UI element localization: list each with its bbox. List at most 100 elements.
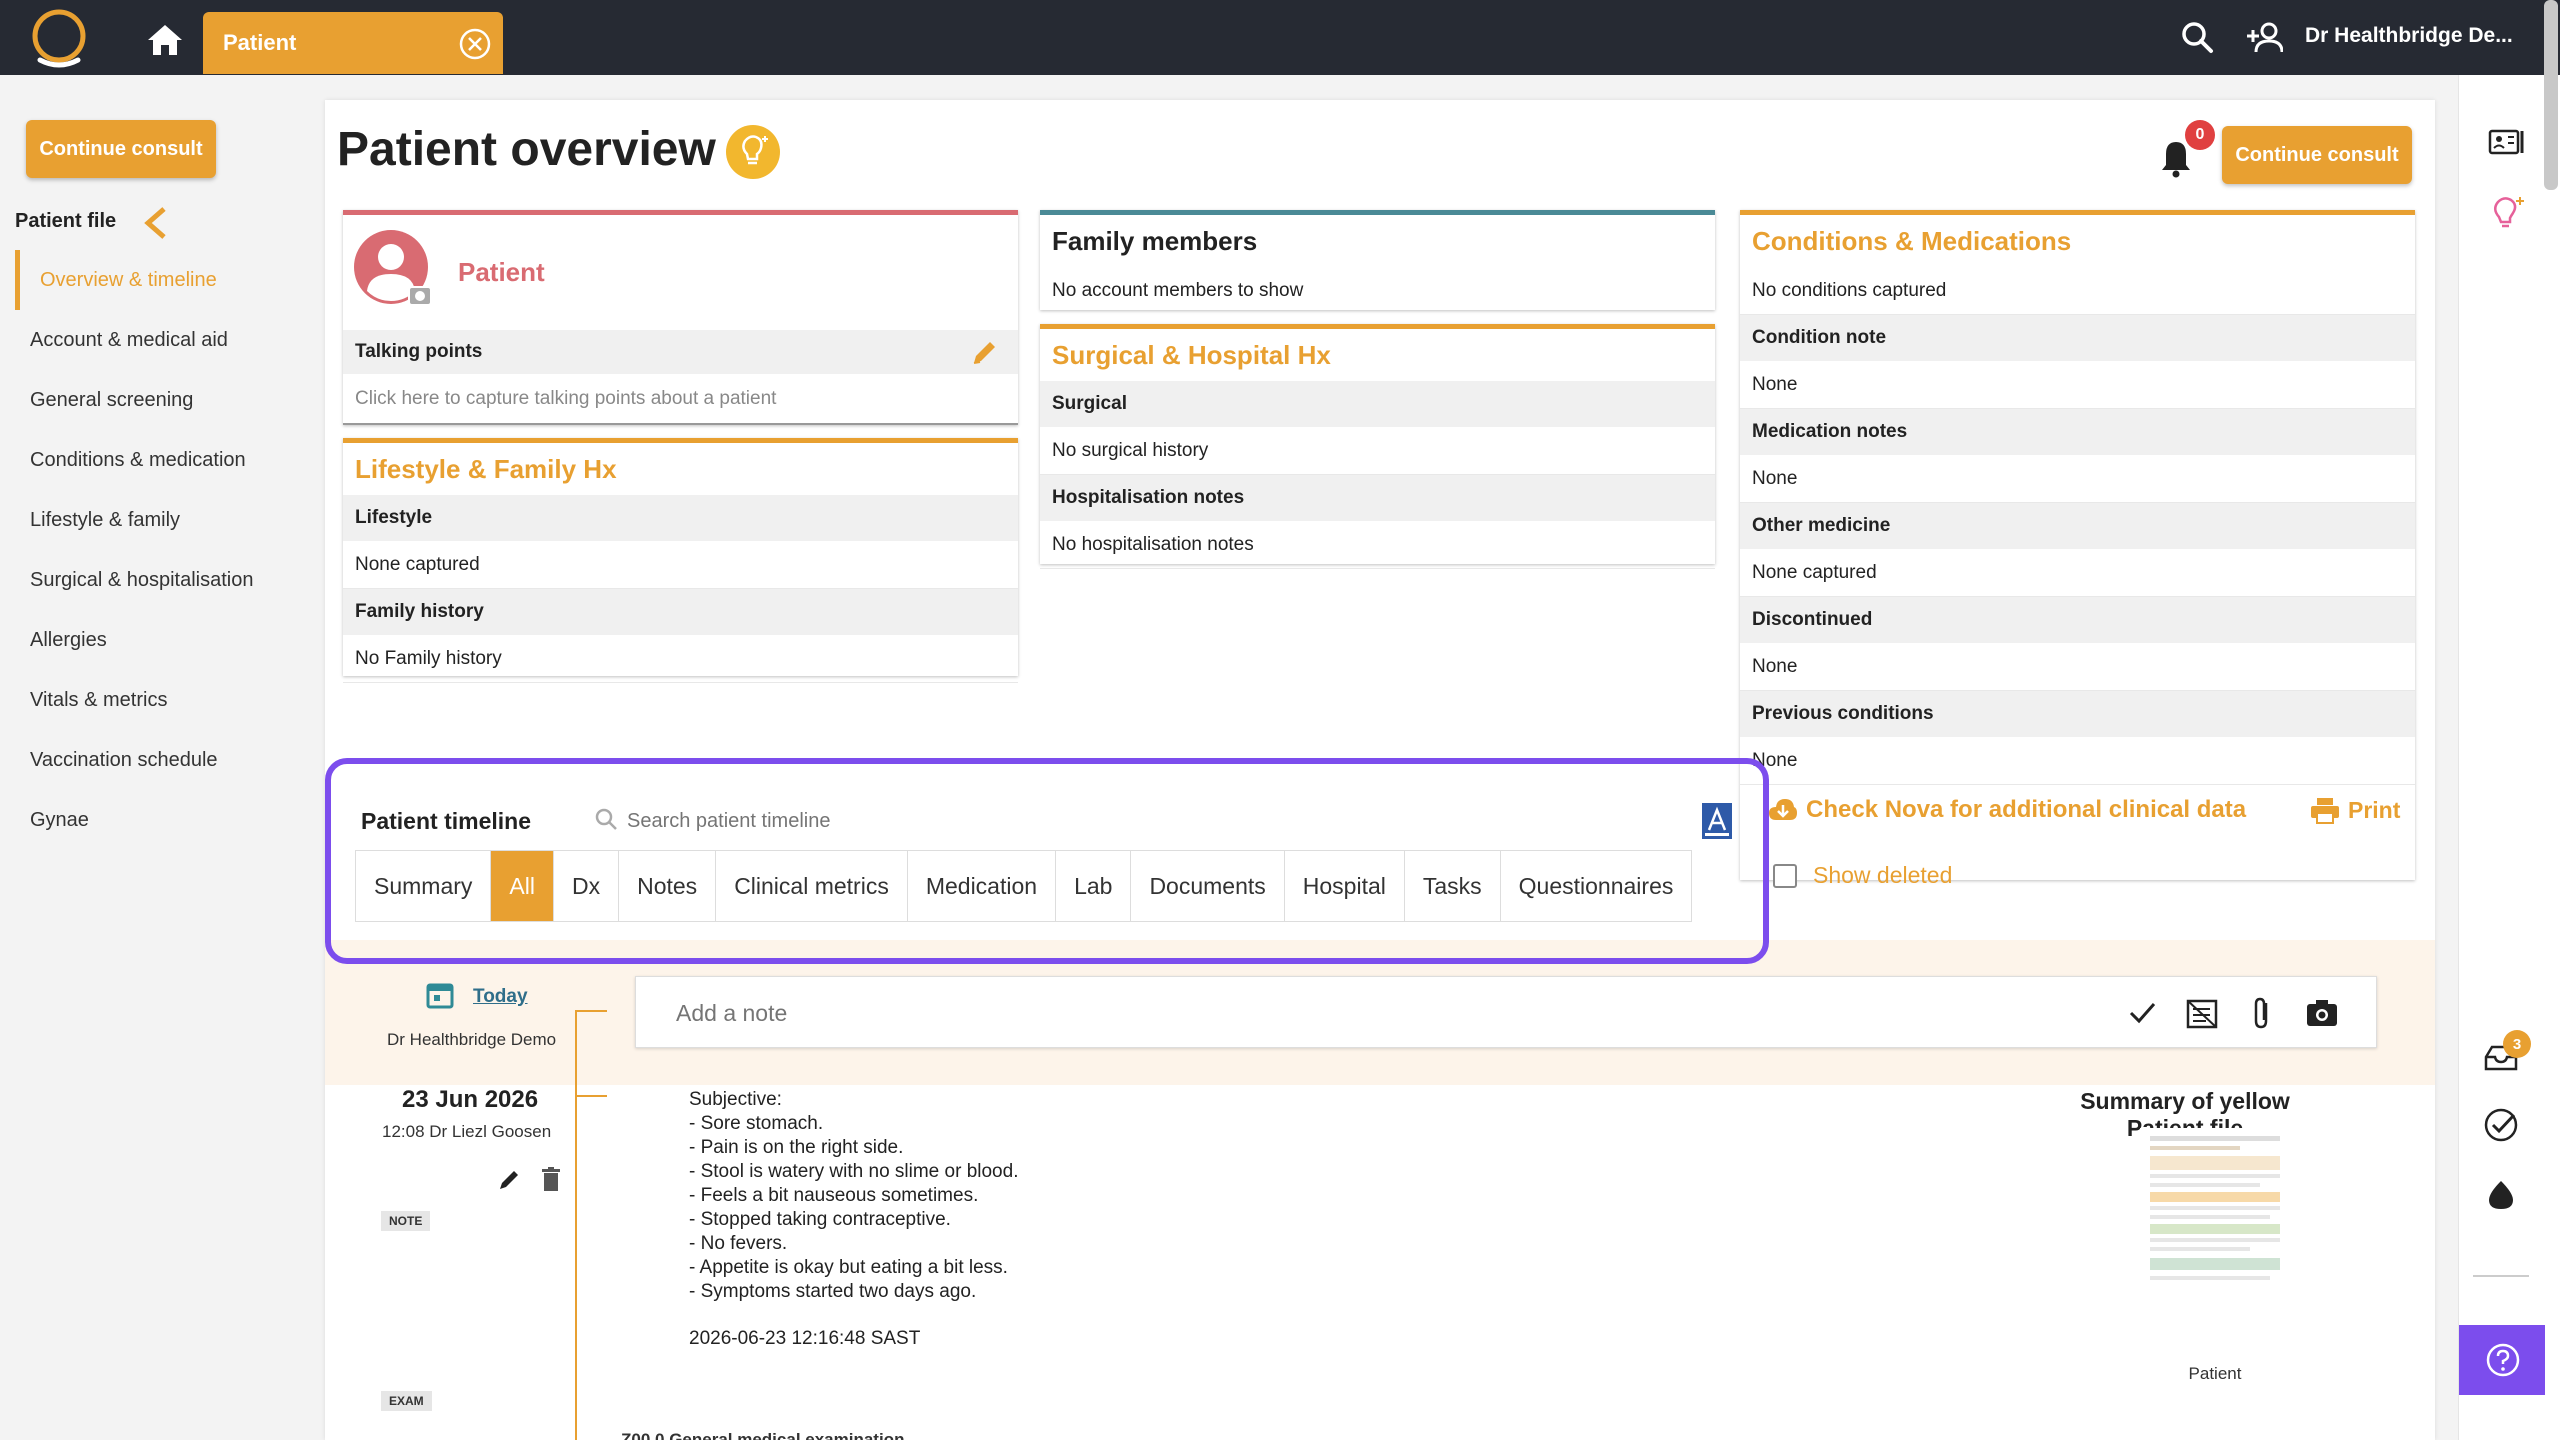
check-circle-icon[interactable] [2481,1105,2521,1145]
sidebar-item-conditions[interactable]: Conditions & medication [15,430,315,490]
calendar-icon[interactable] [425,980,455,1010]
timeline-connector [575,1095,607,1097]
tab-clinical-metrics[interactable]: Clinical metrics [716,851,908,921]
drop-icon[interactable] [2481,1175,2521,1215]
conditions-title[interactable]: Conditions & Medications [1740,215,2415,267]
show-deleted-toggle[interactable]: Show deleted [1773,862,1952,889]
print-button[interactable]: Print [2310,796,2400,824]
search-icon[interactable] [2180,20,2214,54]
app-logo-icon[interactable] [28,8,90,70]
patient-card: Patient Talking points Click here to cap… [343,210,1018,425]
conditions-card: Conditions & Medications No conditions c… [1740,210,2415,880]
sidebar-item-screening[interactable]: General screening [15,370,315,430]
tab-medication[interactable]: Medication [908,851,1057,921]
add-note-box [635,976,2377,1048]
family-members-title[interactable]: Family members [1040,215,1715,267]
patient-name: Patient [458,257,545,287]
provider-logo-icon[interactable] [1701,802,1733,840]
other-medicine-value: None captured [1740,549,2415,597]
sidebar-item-gynae[interactable]: Gynae [15,790,315,850]
talking-points-underline [343,423,1018,425]
lightbulb-icon[interactable] [725,124,781,180]
entry-time-author: 12:08 Dr Liezl Goosen [382,1122,552,1141]
hospitalisation-value: No hospitalisation notes [1040,521,1715,569]
cloud-download-icon [1769,799,1797,820]
camera-icon[interactable] [2304,995,2340,1031]
tab-questionnaires[interactable]: Questionnaires [1501,851,1692,921]
pencil-icon[interactable] [497,1166,523,1192]
conditions-summary: No conditions captured [1740,267,2415,315]
print-label: Print [2348,796,2401,823]
continue-consult-button-top[interactable]: Continue consult [2222,126,2412,184]
top-bar: Patient Dr Healthbridge De... [0,0,2560,75]
home-icon[interactable] [145,22,185,58]
family-history-value: No Family history [343,635,1018,683]
note-line: Subjective: [689,1089,782,1110]
sidebar-item-allergies[interactable]: Allergies [15,610,315,670]
check-icon[interactable] [2124,995,2160,1031]
condition-note-value: None [1740,361,2415,409]
help-button[interactable] [2459,1325,2545,1395]
continue-consult-button[interactable]: Continue consult [26,120,216,178]
tab-all[interactable]: All [491,851,554,921]
note-author: Dr Healthbridge Demo [387,1030,557,1049]
condition-note-label: Condition note [1740,315,2415,361]
sidebar-item-lifestyle[interactable]: Lifestyle & family [15,490,315,550]
timeline-tabs: Summary All Dx Notes Clinical metrics Me… [355,850,1693,922]
search-icon [595,808,617,830]
sidebar-item-vaccination[interactable]: Vaccination schedule [15,730,315,790]
document-thumbnail[interactable] [2140,1128,2290,1298]
note-line: - Stool is watery with no slime or blood… [689,1161,1019,1182]
tab-patient[interactable]: Patient [203,12,503,74]
add-user-icon[interactable] [2245,20,2283,54]
talking-points-input[interactable]: Click here to capture talking points abo… [355,388,776,410]
user-menu[interactable]: Dr Healthbridge De... [2305,24,2513,48]
today-link[interactable]: Today [473,986,528,1008]
tab-lab[interactable]: Lab [1056,851,1132,921]
collapse-chevron-icon[interactable] [140,205,172,241]
tab-documents[interactable]: Documents [1131,851,1285,921]
paperclip-icon[interactable] [2244,995,2280,1031]
surgical-card: Surgical & Hospital Hx Surgical No surgi… [1040,324,1715,569]
sidebar-item-vitals[interactable]: Vitals & metrics [15,670,315,730]
timeline-search-input[interactable] [627,804,1127,838]
sidebar-item-overview[interactable]: Overview & timeline [15,250,315,310]
right-rail: 3 [2458,75,2560,1440]
timeline-title: Patient timeline [361,808,531,834]
check-nova-label: Check Nova for additional clinical data [1806,796,2247,823]
patient-file-heading: Patient file [15,210,117,232]
tab-tasks[interactable]: Tasks [1405,851,1501,921]
tab-patient-label: Patient [223,30,297,55]
printer-icon [2311,798,2339,824]
medication-notes-label: Medication notes [1740,409,2415,455]
avatar[interactable] [353,229,433,309]
lifestyle-label: Lifestyle [343,495,1018,541]
scan-document-icon[interactable] [2184,995,2220,1031]
medication-notes-value: None [1740,455,2415,503]
hospitalisation-label: Hospitalisation notes [1040,475,1715,521]
pencil-icon[interactable] [970,337,1000,367]
add-note-input[interactable] [676,995,2026,1031]
trash-icon[interactable] [539,1166,563,1192]
show-deleted-checkbox[interactable] [1773,863,1797,888]
note-line: - Symptoms started two days ago. [689,1281,977,1302]
sidebar-item-surgical[interactable]: Surgical & hospitalisation [15,550,315,610]
surgical-title[interactable]: Surgical & Hospital Hx [1040,329,1715,381]
id-card-icon[interactable] [2487,123,2527,163]
check-nova-link[interactable]: Check Nova for additional clinical data [1768,796,2246,824]
sidebar-item-account[interactable]: Account & medical aid [15,310,315,370]
tab-hospital[interactable]: Hospital [1285,851,1405,921]
page-scrollbar[interactable] [2544,0,2558,190]
tab-notes[interactable]: Notes [619,851,717,921]
previous-conditions-value: None [1740,737,2415,785]
lifestyle-card: Lifestyle & Family Hx Lifestyle None cap… [343,438,1018,683]
tab-dx[interactable]: Dx [554,851,620,921]
help-icon [2486,1343,2520,1377]
lightbulb-icon[interactable] [2487,193,2527,233]
note-timestamp: 2026-06-23 12:16:48 SAST [689,1328,921,1349]
close-tab-icon[interactable] [459,28,491,60]
tab-summary[interactable]: Summary [356,851,492,921]
inbox-badge: 3 [2503,1030,2531,1058]
lifestyle-title[interactable]: Lifestyle & Family Hx [343,443,1018,495]
discontinued-value: None [1740,643,2415,691]
